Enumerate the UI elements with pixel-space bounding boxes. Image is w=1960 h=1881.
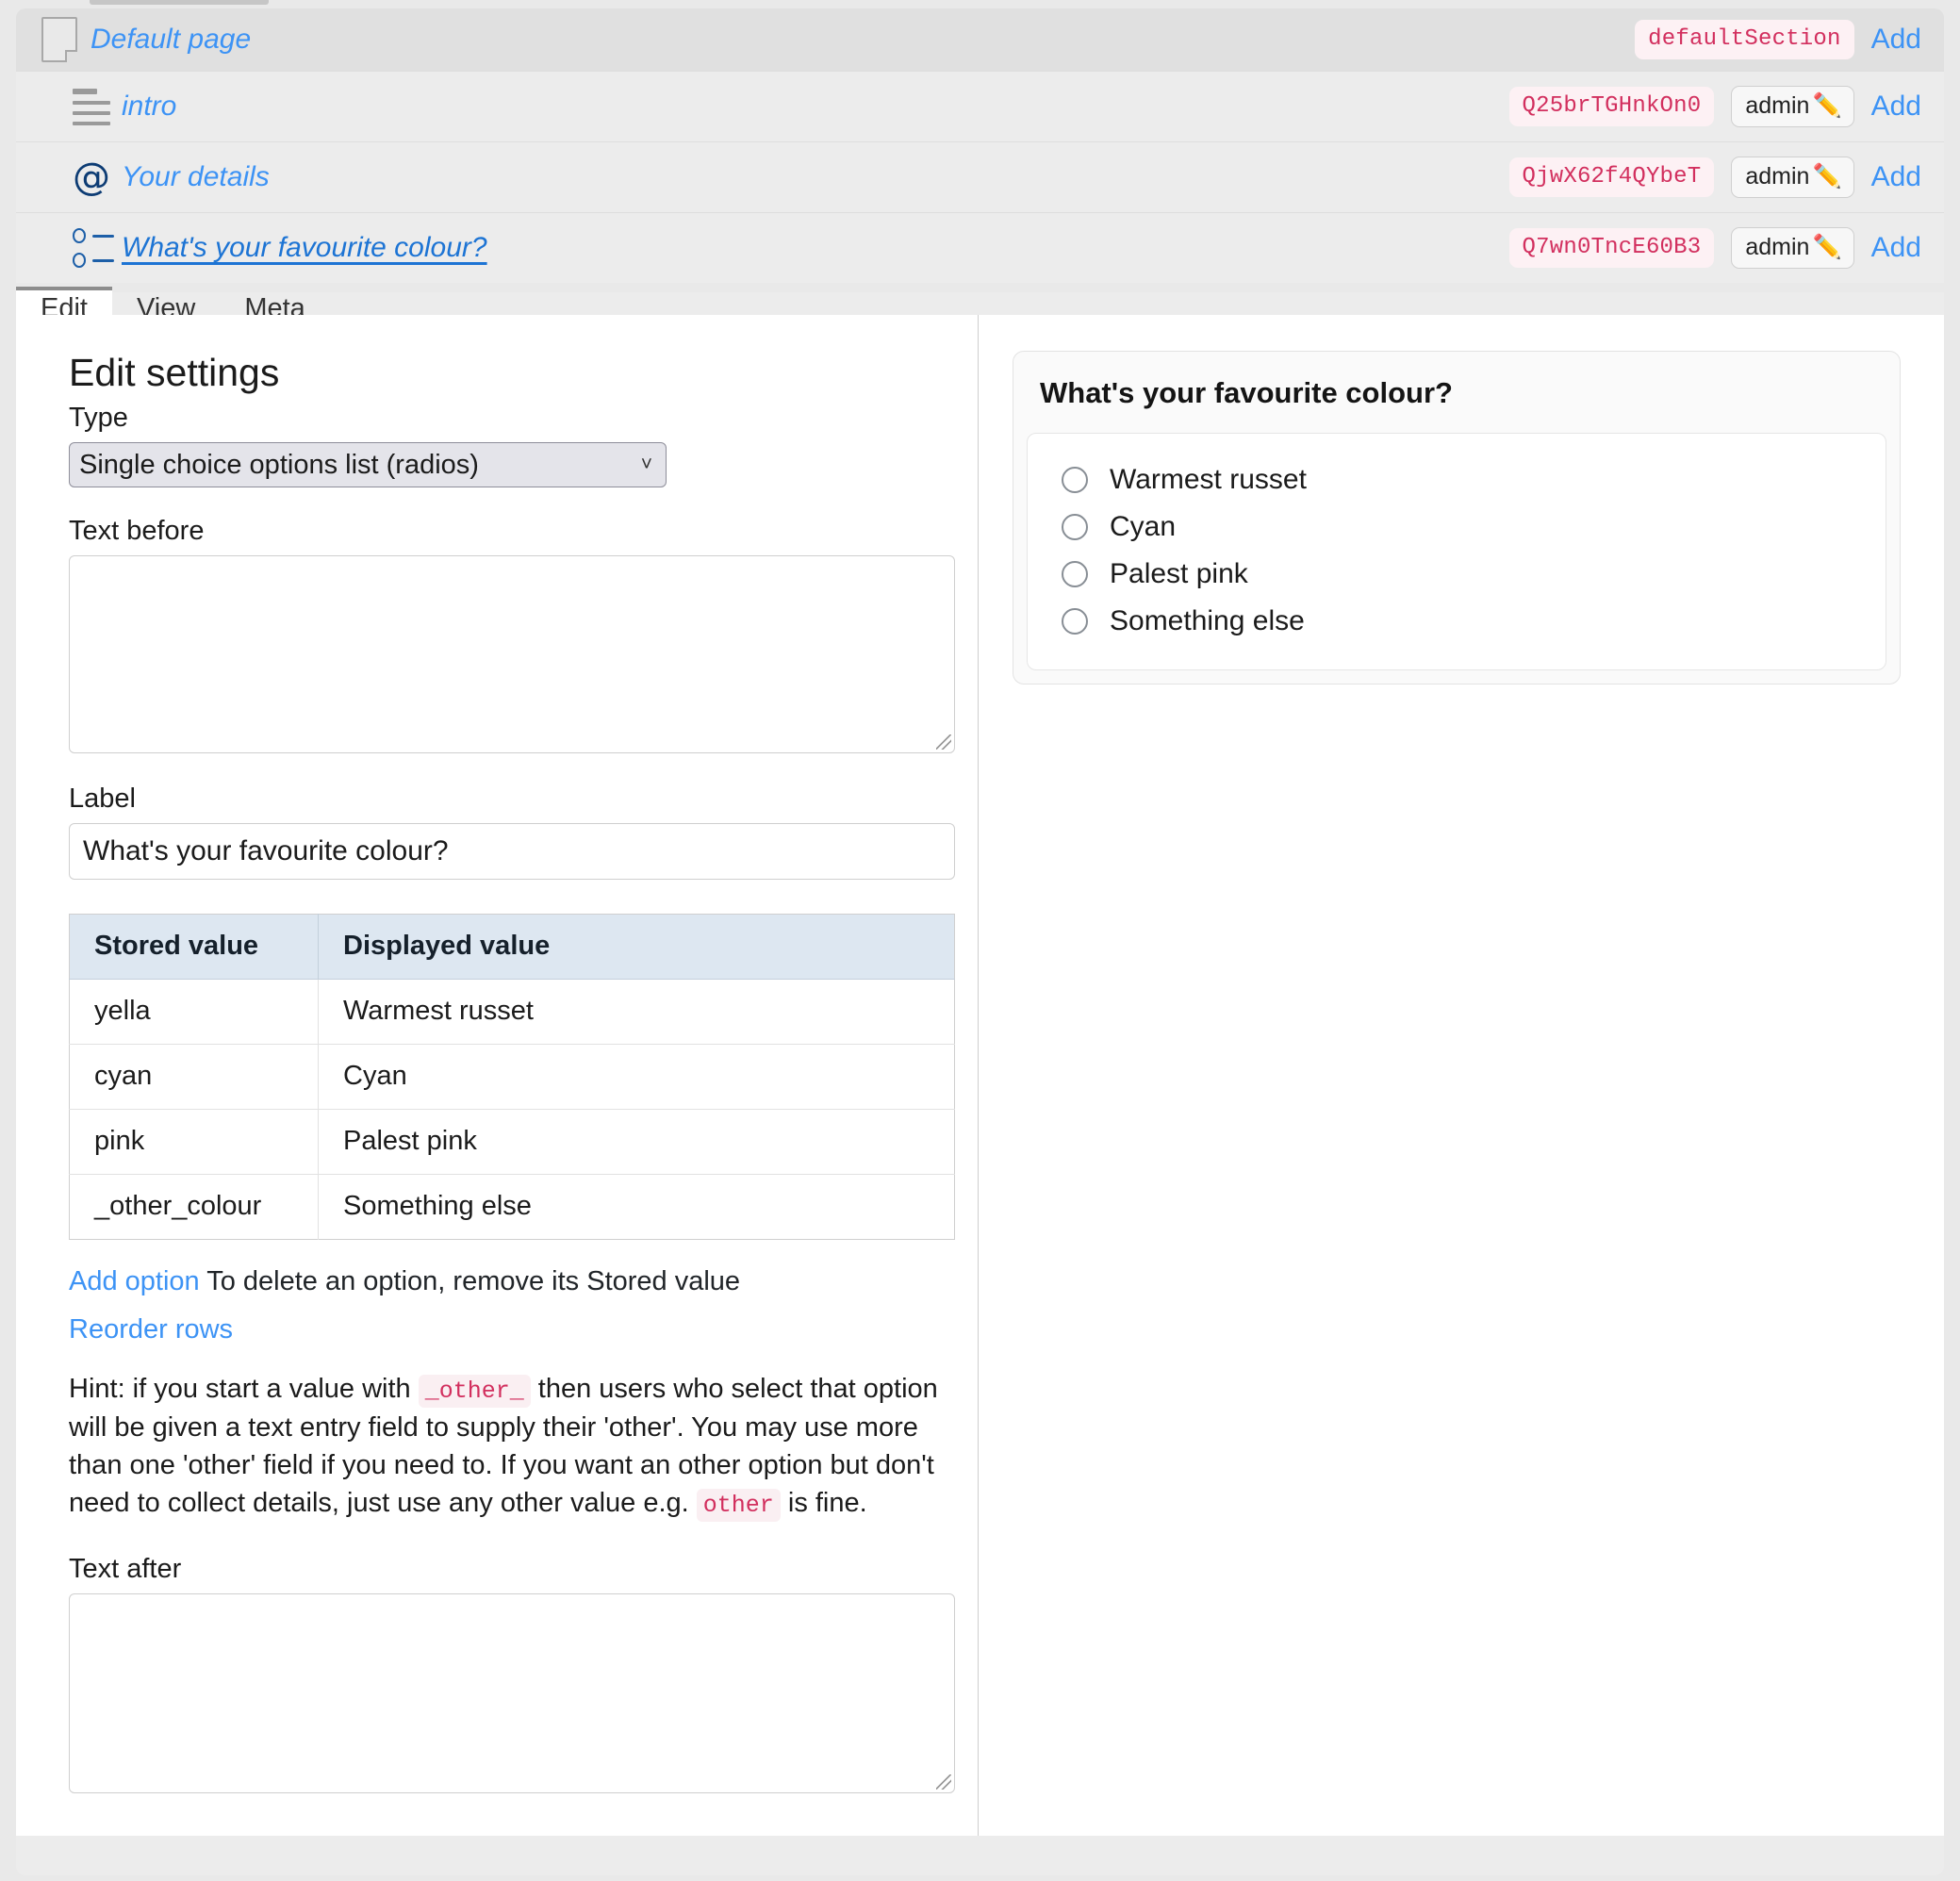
displayed-value-cell[interactable]: Something else (319, 1175, 955, 1240)
text-before-label: Text before (69, 516, 205, 546)
preview-option-label: Warmest russet (1110, 464, 1307, 495)
outline-row-title[interactable]: Default page (91, 24, 251, 56)
window-tab-stub (90, 0, 269, 5)
edit-settings-panel: Edit settings Type Single choice options… (16, 315, 979, 1836)
owner-label: admin (1745, 163, 1810, 190)
hint-code-other: other (696, 1488, 781, 1522)
column-header-stored-value: Stored value (69, 914, 319, 980)
owner-label: admin (1745, 92, 1810, 119)
preview-option-label: Palest pink (1110, 558, 1248, 589)
preview-options-list: Warmest russet Cyan Palest pink Somethin… (1027, 433, 1886, 670)
resize-grip[interactable] (936, 734, 951, 750)
stored-value-cell[interactable]: _other_colour (69, 1174, 319, 1240)
label-input[interactable]: What's your favourite colour? (69, 823, 955, 880)
hint-text: Hint: if you start a value with _other_ … (69, 1370, 944, 1522)
radio-icon[interactable] (1062, 561, 1088, 587)
displayed-value-cell[interactable]: Cyan (318, 1044, 955, 1110)
add-link[interactable]: Add (1871, 91, 1921, 123)
bottom-bar (16, 1836, 1944, 1875)
outline-row-favourite-colour[interactable]: What's your favourite colour? Q7wn0TncE6… (16, 212, 1944, 283)
displayed-value-cell[interactable]: Warmest russet (318, 979, 955, 1045)
outline-row-default-page[interactable]: Default page defaultSection Add (16, 8, 1944, 71)
outline-row-title[interactable]: Your details (122, 161, 270, 193)
outline-row-intro[interactable]: intro Q25brTGHnkOn0 admin ✏️ Add (16, 71, 1944, 141)
options-table: Stored value Displayed value yella Warme… (69, 914, 955, 1240)
column-header-displayed-value: Displayed value (318, 914, 955, 980)
page-icon (41, 17, 91, 62)
displayed-value-cell[interactable]: Palest pink (318, 1109, 955, 1175)
reorder-rows-row: Reorder rows (69, 1314, 944, 1345)
stored-value-cell[interactable]: cyan (69, 1044, 319, 1110)
add-option-link[interactable]: Add option (69, 1266, 200, 1296)
owner-label: admin (1745, 234, 1810, 260)
type-label: Type (69, 403, 128, 433)
preview-option-label: Cyan (1110, 511, 1177, 542)
preview-question-title: What's your favourite colour? (1040, 376, 1453, 409)
preview-option[interactable]: Something else (1028, 598, 1886, 645)
owner-button[interactable]: admin ✏️ (1731, 157, 1854, 198)
question-preview-card: What's your favourite colour? Warmest ru… (1013, 351, 1901, 685)
owner-button[interactable]: admin ✏️ (1731, 86, 1854, 127)
add-link[interactable]: Add (1871, 232, 1921, 264)
preview-option[interactable]: Palest pink (1028, 551, 1886, 598)
add-link[interactable]: Add (1871, 24, 1921, 56)
reorder-rows-link[interactable]: Reorder rows (69, 1314, 233, 1345)
outline-row-title[interactable]: What's your favourite colour? (122, 232, 487, 264)
radio-icon[interactable] (1062, 467, 1088, 493)
pencil-icon: ✏️ (1812, 92, 1842, 119)
pencil-icon: ✏️ (1812, 163, 1842, 190)
hint-part-1: Hint: if you start a value with (69, 1374, 419, 1404)
owner-button[interactable]: admin ✏️ (1731, 227, 1854, 269)
radio-list-icon (73, 228, 122, 268)
outline-row-your-details[interactable]: @ Your details QjwX62f4QYbeT admin ✏️ Ad… (16, 141, 1944, 212)
outline-row-title[interactable]: intro (122, 91, 176, 123)
question-code-badge: Q7wn0TncE60B3 (1508, 228, 1715, 268)
stored-value-cell[interactable]: pink (69, 1109, 319, 1175)
type-select-value: Single choice options list (radios) (79, 449, 479, 480)
radio-icon[interactable] (1062, 608, 1088, 635)
preview-option[interactable]: Warmest russet (1028, 456, 1886, 503)
stored-value-cell[interactable]: yella (69, 979, 319, 1045)
hint-part-3: is fine. (780, 1487, 867, 1518)
at-icon: @ (73, 156, 110, 199)
paragraph-icon (73, 88, 122, 125)
table-row: pink Palest pink (69, 1109, 955, 1175)
add-option-note: To delete an option, remove its Stored v… (206, 1266, 741, 1296)
table-row: cyan Cyan (69, 1044, 955, 1110)
add-option-row: Add option To delete an option, remove i… (69, 1266, 944, 1297)
table-row: yella Warmest russet (69, 979, 955, 1045)
text-after-label: Text after (69, 1554, 182, 1585)
resize-grip[interactable] (936, 1774, 951, 1790)
outline-list: Default page defaultSection Add intro Q2… (16, 8, 1944, 283)
preview-option[interactable]: Cyan (1028, 503, 1886, 551)
section-code-badge: defaultSection (1635, 20, 1854, 59)
text-after-textarea[interactable] (69, 1593, 955, 1794)
chevron-down-icon: ˅ (640, 454, 652, 475)
table-row: _other_colour Something else (69, 1174, 955, 1240)
table-header-row: Stored value Displayed value (69, 914, 955, 980)
label-label: Label (69, 784, 136, 814)
add-link[interactable]: Add (1871, 161, 1921, 193)
type-select[interactable]: Single choice options list (radios) ˅ (69, 442, 667, 487)
question-code-badge: QjwX62f4QYbeT (1508, 157, 1715, 197)
radio-icon[interactable] (1062, 514, 1088, 540)
question-code-badge: Q25brTGHnkOn0 (1508, 87, 1715, 126)
pencil-icon: ✏️ (1812, 234, 1842, 260)
text-before-textarea[interactable] (69, 555, 955, 753)
page-title: Edit settings (69, 351, 280, 394)
preview-panel: What's your favourite colour? Warmest ru… (979, 315, 1946, 1836)
preview-option-label: Something else (1110, 605, 1305, 636)
hint-code-other-underscore: _other_ (418, 1375, 531, 1408)
main-panels: Edit settings Type Single choice options… (16, 315, 1944, 1836)
